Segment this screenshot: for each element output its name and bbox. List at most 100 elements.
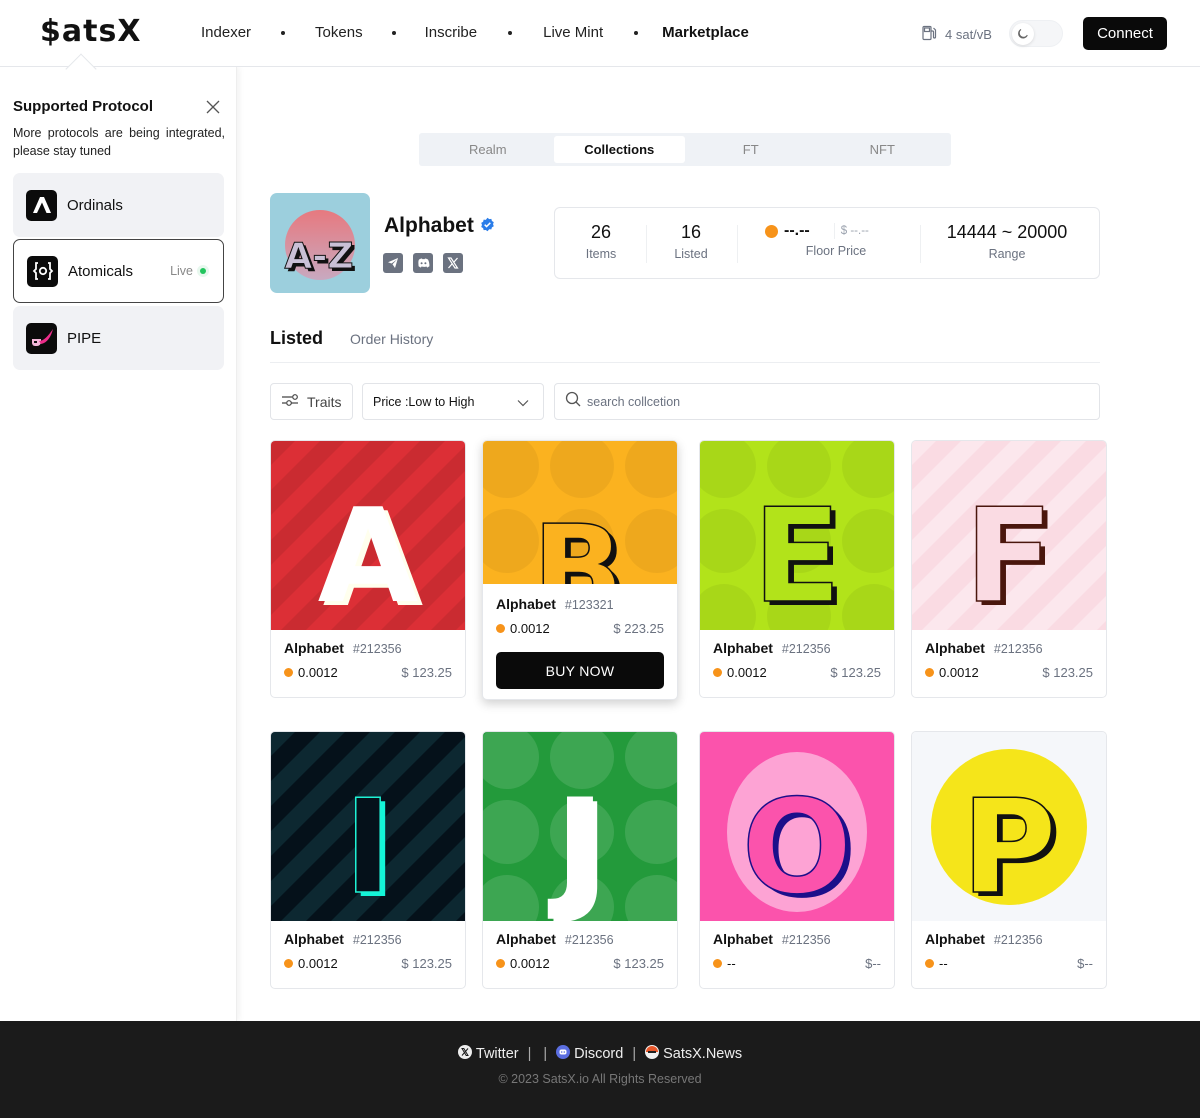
nft-collection-name: Alphabet bbox=[713, 931, 773, 947]
nft-id: #212356 bbox=[781, 933, 831, 947]
tab-nft[interactable]: NFT bbox=[817, 136, 949, 163]
nft-price-usd: $ 223.25 bbox=[613, 621, 664, 636]
nft-collection-name: Alphabet bbox=[284, 640, 344, 656]
nft-card[interactable]: O O Alphabet #212356 -- $-- bbox=[699, 731, 895, 989]
nft-thumbnail[interactable]: I I bbox=[271, 732, 465, 921]
nft-card[interactable]: P P Alphabet #212356 -- $-- bbox=[911, 731, 1107, 989]
tab-ft[interactable]: FT bbox=[685, 136, 817, 163]
supported-protocol-panel: Supported Protocol More protocols are be… bbox=[0, 67, 237, 1021]
telegram-icon[interactable] bbox=[383, 253, 403, 273]
nft-thumbnail[interactable]: B B bbox=[483, 441, 677, 584]
theme-toggle[interactable] bbox=[1009, 20, 1063, 47]
collection-avatar: A-Z A-Z bbox=[270, 193, 370, 293]
nft-id: #212356 bbox=[352, 933, 402, 947]
ordinals-logo-icon bbox=[26, 189, 57, 221]
nft-card[interactable]: A A Alphabet #212356 0.0012 $ 123.25 bbox=[270, 440, 466, 698]
nft-price-btc: 0.0012 bbox=[510, 621, 550, 636]
panel-title: Supported Protocol bbox=[13, 98, 153, 115]
nft-collection-name: Alphabet bbox=[713, 640, 773, 656]
nav-inscribe[interactable]: Inscribe bbox=[425, 24, 478, 41]
nft-price-btc: 0.0012 bbox=[298, 956, 338, 971]
close-icon[interactable] bbox=[205, 99, 221, 115]
floor-price-usd: $ --.-- bbox=[840, 225, 869, 237]
nft-collection-name: Alphabet bbox=[925, 931, 985, 947]
protocol-pipe[interactable]: PIPE bbox=[13, 306, 224, 370]
nft-image: A A bbox=[271, 441, 465, 630]
protocol-label: Ordinals bbox=[67, 196, 123, 214]
nft-letter: O bbox=[742, 771, 853, 921]
footer-link-discord[interactable]: Discord bbox=[556, 1045, 623, 1063]
nft-card-meta: Alphabet #212356 0.0012 $ 123.25 bbox=[925, 640, 1093, 680]
atomicals-logo-icon bbox=[27, 255, 58, 287]
nft-card-meta: Alphabet #212356 0.0012 $ 123.25 bbox=[284, 640, 452, 680]
live-status-dot bbox=[200, 268, 206, 274]
nft-card[interactable]: B B Alphabet #123321 0.0012 $ 223.25 BUY… bbox=[482, 440, 678, 700]
nft-card[interactable]: F F Alphabet #212356 0.0012 $ 123.25 bbox=[911, 440, 1107, 698]
footer-link-twitter[interactable]: Twitter bbox=[457, 1045, 519, 1063]
nft-image: P P bbox=[912, 732, 1106, 921]
nft-thumbnail[interactable]: A A bbox=[271, 441, 465, 630]
nft-price-btc: 0.0012 bbox=[727, 665, 767, 680]
nft-card-meta: Alphabet #212356 0.0012 $ 123.25 bbox=[496, 931, 664, 971]
discord-icon bbox=[556, 1045, 571, 1063]
nft-title-row: Alphabet #212356 bbox=[284, 640, 452, 656]
nft-thumbnail[interactable]: P P bbox=[912, 732, 1106, 921]
nft-card-meta: Alphabet #123321 0.0012 $ 223.25 bbox=[496, 596, 664, 636]
stat-label: Items bbox=[585, 247, 617, 261]
nft-price-btc-group: 0.0012 bbox=[496, 956, 550, 971]
nft-image: B B bbox=[483, 441, 677, 584]
traits-filter-button[interactable]: Traits bbox=[270, 383, 353, 420]
traits-label: Traits bbox=[307, 393, 342, 410]
x-icon[interactable] bbox=[443, 253, 463, 273]
nft-price-row: -- $-- bbox=[713, 956, 881, 971]
nft-id: #123321 bbox=[564, 598, 614, 612]
nft-price-usd: $ 123.25 bbox=[401, 956, 452, 971]
nft-price-row: 0.0012 $ 123.25 bbox=[713, 665, 881, 680]
nft-card-meta: Alphabet #212356 0.0012 $ 123.25 bbox=[284, 931, 452, 971]
nft-price-btc-group: 0.0012 bbox=[284, 665, 338, 680]
stat-label: Floor Price bbox=[805, 244, 867, 258]
nft-thumbnail[interactable]: O O bbox=[700, 732, 894, 921]
nft-card[interactable]: I I Alphabet #212356 0.0012 $ 123.25 bbox=[270, 731, 466, 989]
protocol-ordinals[interactable]: Ordinals bbox=[13, 173, 224, 237]
nft-collection-name: Alphabet bbox=[284, 931, 344, 947]
nft-card[interactable]: J J Alphabet #212356 0.0012 $ 123.25 bbox=[482, 731, 678, 989]
stat-divider bbox=[646, 225, 647, 263]
nft-title-row: Alphabet #212356 bbox=[713, 931, 881, 947]
bitcoin-icon bbox=[925, 668, 934, 677]
nft-title-row: Alphabet #212356 bbox=[496, 931, 664, 947]
footer-link-label: Discord bbox=[574, 1046, 624, 1062]
nav-tokens[interactable]: Tokens bbox=[315, 24, 363, 41]
nft-card[interactable]: E E Alphabet #212356 0.0012 $ 123.25 bbox=[699, 440, 895, 698]
nft-price-btc: 0.0012 bbox=[939, 665, 979, 680]
footer-link-label: Twitter bbox=[475, 1046, 519, 1062]
nav-live-mint[interactable]: Live Mint bbox=[543, 24, 603, 41]
search-collection-input[interactable] bbox=[587, 394, 1067, 409]
bitcoin-icon bbox=[496, 959, 505, 968]
nft-thumbnail[interactable]: F F bbox=[912, 441, 1106, 630]
nft-thumbnail[interactable]: E E bbox=[700, 441, 894, 630]
sort-dropdown[interactable]: Price :Low to High bbox=[362, 383, 544, 420]
divider bbox=[270, 362, 1100, 363]
tab-listed[interactable]: Listed bbox=[270, 328, 323, 349]
bitcoin-icon bbox=[925, 959, 934, 968]
footer-separator: | bbox=[632, 1046, 637, 1062]
protocol-atomicals[interactable]: Atomicals Live bbox=[13, 239, 224, 303]
nft-thumbnail[interactable]: J J bbox=[483, 732, 677, 921]
tab-order-history[interactable]: Order History bbox=[350, 331, 433, 347]
discord-icon[interactable] bbox=[413, 253, 433, 273]
nft-id: #212356 bbox=[564, 933, 614, 947]
buy-now-button[interactable]: BUY NOW bbox=[496, 652, 664, 689]
footer-link-news[interactable]: SatsX.News bbox=[645, 1045, 742, 1063]
tab-realm[interactable]: Realm bbox=[422, 136, 554, 163]
nft-letter: J bbox=[548, 771, 604, 921]
connect-wallet-button[interactable]: Connect bbox=[1083, 17, 1167, 50]
nft-letter: F bbox=[965, 480, 1054, 630]
tab-collections[interactable]: Collections bbox=[553, 136, 685, 163]
nft-price-btc-group: 0.0012 bbox=[496, 621, 550, 636]
stat-label: Range bbox=[988, 247, 1026, 261]
satsx-logo[interactable]: $atsX bbox=[40, 14, 141, 49]
nav-indexer[interactable]: Indexer bbox=[201, 24, 251, 41]
nav-marketplace[interactable]: Marketplace bbox=[662, 24, 749, 41]
stat-items: 26 Items bbox=[581, 222, 621, 261]
